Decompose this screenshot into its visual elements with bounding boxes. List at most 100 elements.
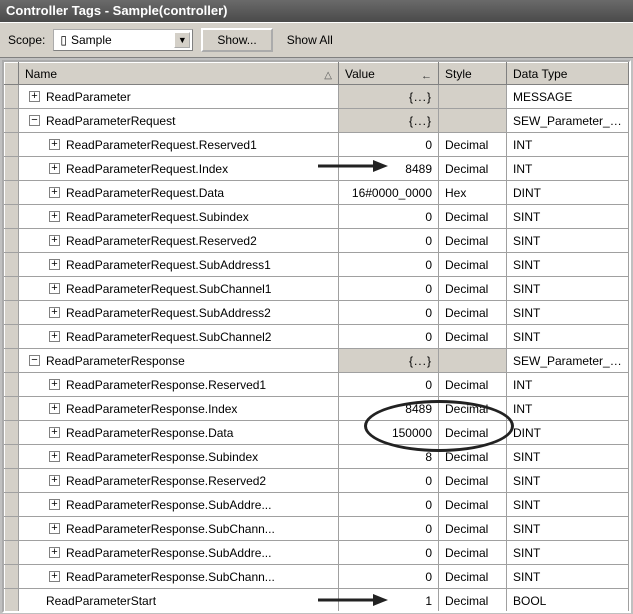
- table-row[interactable]: +ReadParameterResponse.Subindex8DecimalS…: [5, 445, 629, 469]
- tag-style[interactable]: Decimal: [439, 253, 507, 277]
- table-row[interactable]: +ReadParameterRequest.Subindex0DecimalSI…: [5, 205, 629, 229]
- row-gutter[interactable]: [5, 517, 19, 541]
- tag-style[interactable]: Decimal: [439, 445, 507, 469]
- tag-value[interactable]: 0: [339, 541, 439, 565]
- expand-icon[interactable]: +: [49, 259, 60, 270]
- expand-icon[interactable]: +: [49, 523, 60, 534]
- table-row[interactable]: +ReadParameter{...}MESSAGE: [5, 85, 629, 109]
- tag-value[interactable]: 0: [339, 493, 439, 517]
- chevron-down-icon[interactable]: ▼: [174, 32, 190, 48]
- tag-value[interactable]: 0: [339, 301, 439, 325]
- col-header-name[interactable]: Name △: [19, 63, 339, 85]
- tag-value[interactable]: 0: [339, 517, 439, 541]
- expand-icon[interactable]: +: [29, 91, 40, 102]
- tag-style[interactable]: Decimal: [439, 469, 507, 493]
- table-row[interactable]: +ReadParameterResponse.Reserved20Decimal…: [5, 469, 629, 493]
- table-row[interactable]: +ReadParameterResponse.Data150000Decimal…: [5, 421, 629, 445]
- collapse-icon[interactable]: −: [29, 355, 40, 366]
- row-gutter[interactable]: [5, 373, 19, 397]
- expand-icon[interactable]: +: [49, 403, 60, 414]
- row-gutter[interactable]: [5, 205, 19, 229]
- row-gutter[interactable]: [5, 565, 19, 589]
- tag-style[interactable]: Decimal: [439, 397, 507, 421]
- row-gutter[interactable]: [5, 421, 19, 445]
- tag-style[interactable]: Hex: [439, 181, 507, 205]
- row-gutter[interactable]: [5, 229, 19, 253]
- table-row[interactable]: −ReadParameterRequest{...}SEW_Parameter_…: [5, 109, 629, 133]
- expand-icon[interactable]: +: [49, 283, 60, 294]
- tag-style[interactable]: Decimal: [439, 133, 507, 157]
- show-all-label[interactable]: Show All: [281, 33, 339, 47]
- expand-icon[interactable]: +: [49, 571, 60, 582]
- row-gutter[interactable]: [5, 493, 19, 517]
- table-row[interactable]: +ReadParameterRequest.SubChannel20Decima…: [5, 325, 629, 349]
- tag-value[interactable]: 0: [339, 469, 439, 493]
- tag-style[interactable]: Decimal: [439, 205, 507, 229]
- tag-value[interactable]: 8: [339, 445, 439, 469]
- row-gutter[interactable]: [5, 397, 19, 421]
- expand-icon[interactable]: +: [49, 139, 60, 150]
- tag-value[interactable]: 0: [339, 205, 439, 229]
- row-gutter[interactable]: [5, 301, 19, 325]
- table-row[interactable]: +ReadParameterResponse.SubChann...0Decim…: [5, 565, 629, 589]
- table-row[interactable]: +ReadParameterResponse.Index8489DecimalI…: [5, 397, 629, 421]
- table-row[interactable]: ReadParameterStart1DecimalBOOL: [5, 589, 629, 613]
- show-button[interactable]: Show...: [201, 28, 272, 52]
- expand-icon[interactable]: +: [49, 211, 60, 222]
- table-row[interactable]: −ReadParameterResponse{...}SEW_Parameter…: [5, 349, 629, 373]
- tag-value[interactable]: 1: [339, 589, 439, 613]
- tag-value[interactable]: 8489: [339, 397, 439, 421]
- expand-icon[interactable]: +: [49, 331, 60, 342]
- collapse-icon[interactable]: −: [29, 115, 40, 126]
- tag-value[interactable]: 0: [339, 229, 439, 253]
- tag-style[interactable]: Decimal: [439, 229, 507, 253]
- tag-value[interactable]: 8489: [339, 157, 439, 181]
- expand-icon[interactable]: +: [49, 307, 60, 318]
- table-row[interactable]: +ReadParameterRequest.Index8489DecimalIN…: [5, 157, 629, 181]
- tag-style[interactable]: Decimal: [439, 493, 507, 517]
- tag-style[interactable]: Decimal: [439, 421, 507, 445]
- row-gutter[interactable]: [5, 589, 19, 613]
- tag-style[interactable]: Decimal: [439, 301, 507, 325]
- tag-value[interactable]: 0: [339, 325, 439, 349]
- tag-value[interactable]: 0: [339, 253, 439, 277]
- row-gutter[interactable]: [5, 277, 19, 301]
- tag-style[interactable]: Decimal: [439, 277, 507, 301]
- table-row[interactable]: +ReadParameterRequest.Reserved10DecimalI…: [5, 133, 629, 157]
- col-header-style[interactable]: Style: [439, 63, 507, 85]
- tag-style[interactable]: Decimal: [439, 325, 507, 349]
- col-header-value[interactable]: Value ←: [339, 63, 439, 85]
- row-gutter[interactable]: [5, 349, 19, 373]
- tag-value[interactable]: 150000: [339, 421, 439, 445]
- table-row[interactable]: +ReadParameterResponse.Reserved10Decimal…: [5, 373, 629, 397]
- row-gutter[interactable]: [5, 181, 19, 205]
- expand-icon[interactable]: +: [49, 451, 60, 462]
- expand-icon[interactable]: +: [49, 475, 60, 486]
- table-row[interactable]: +ReadParameterRequest.SubAddress10Decima…: [5, 253, 629, 277]
- tag-value[interactable]: 0: [339, 565, 439, 589]
- row-gutter[interactable]: [5, 109, 19, 133]
- expand-icon[interactable]: +: [49, 427, 60, 438]
- tag-value[interactable]: 0: [339, 373, 439, 397]
- table-row[interactable]: +ReadParameterResponse.SubChann...0Decim…: [5, 517, 629, 541]
- row-gutter[interactable]: [5, 253, 19, 277]
- tag-style[interactable]: Decimal: [439, 517, 507, 541]
- expand-icon[interactable]: +: [49, 499, 60, 510]
- expand-icon[interactable]: +: [49, 235, 60, 246]
- scope-dropdown[interactable]: ▯ Sample ▼: [53, 29, 193, 51]
- expand-icon[interactable]: +: [49, 547, 60, 558]
- expand-icon[interactable]: +: [49, 379, 60, 390]
- tag-value[interactable]: 0: [339, 133, 439, 157]
- row-gutter[interactable]: [5, 325, 19, 349]
- row-gutter[interactable]: [5, 85, 19, 109]
- table-row[interactable]: +ReadParameterRequest.Data16#0000_0000He…: [5, 181, 629, 205]
- tag-value[interactable]: 0: [339, 277, 439, 301]
- table-row[interactable]: +ReadParameterRequest.SubChannel10Decima…: [5, 277, 629, 301]
- table-row[interactable]: +ReadParameterResponse.SubAddre...0Decim…: [5, 541, 629, 565]
- row-gutter[interactable]: [5, 445, 19, 469]
- col-header-datatype[interactable]: Data Type: [507, 63, 629, 85]
- row-gutter[interactable]: [5, 469, 19, 493]
- tag-style[interactable]: Decimal: [439, 373, 507, 397]
- expand-icon[interactable]: +: [49, 163, 60, 174]
- row-gutter[interactable]: [5, 157, 19, 181]
